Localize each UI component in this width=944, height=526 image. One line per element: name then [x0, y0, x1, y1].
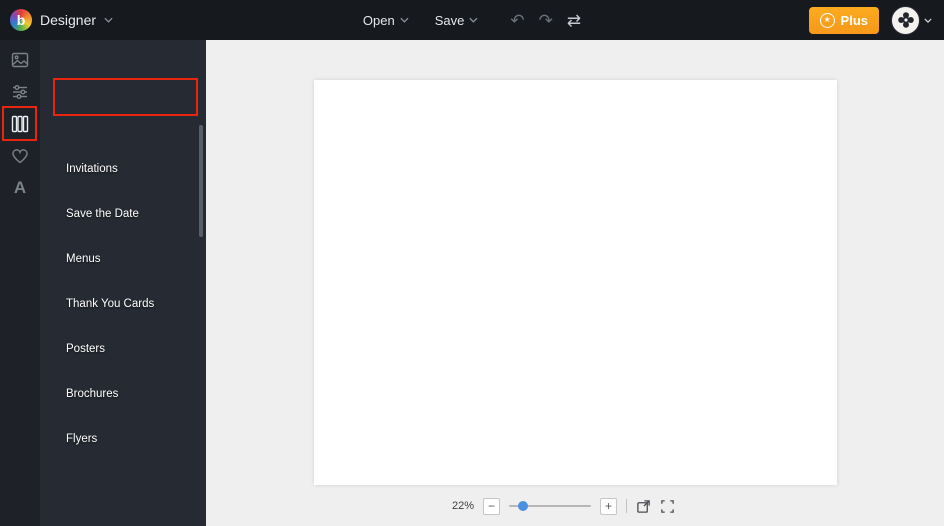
- text-tool-icon: A: [13, 178, 27, 197]
- top-center-menu: Open Save ↶ ↷ ⇄: [363, 0, 581, 40]
- zoom-slider-handle[interactable]: [518, 501, 529, 511]
- rail-item-templates[interactable]: [0, 108, 40, 140]
- tool-rail: A: [0, 40, 40, 526]
- fit-to-screen-button[interactable]: [636, 499, 651, 514]
- avatar: [891, 5, 920, 35]
- top-right-controls: ★ Plus: [808, 0, 944, 40]
- zoom-level: 22%: [452, 500, 475, 512]
- plus-upgrade-button[interactable]: ★ Plus: [808, 6, 879, 34]
- rail-item-favorites[interactable]: [0, 140, 40, 172]
- template-item-label: Posters: [66, 342, 105, 355]
- export-icon: [637, 499, 650, 513]
- zoom-out-button[interactable]: −: [483, 497, 501, 515]
- fullscreen-button[interactable]: [660, 499, 675, 514]
- template-item-label: Flyers: [66, 432, 98, 445]
- template-item-label: Thank You Cards: [66, 297, 155, 310]
- app-title: Designer: [40, 12, 97, 28]
- chevron-down-icon: [104, 17, 113, 23]
- star-badge-icon: ★: [819, 12, 835, 28]
- image-icon: [11, 52, 29, 68]
- chevron-down-icon: [469, 17, 478, 23]
- history-controls: ↶ ↷ ⇄: [510, 12, 581, 29]
- rail-item-adjust[interactable]: [0, 76, 40, 108]
- template-item-label: Menus: [66, 252, 101, 265]
- open-label: Open: [362, 12, 395, 28]
- template-item-label: Invitations: [66, 162, 118, 175]
- zoom-slider[interactable]: [509, 499, 592, 513]
- open-menu[interactable]: Open: [363, 13, 409, 28]
- chevron-down-icon: [400, 17, 409, 23]
- templates-columns-icon: [11, 115, 29, 133]
- zoom-toolbar: 22% − +: [452, 494, 675, 518]
- save-menu[interactable]: Save: [435, 13, 479, 28]
- divider: [626, 499, 628, 513]
- undo-icon[interactable]: ↶: [510, 12, 524, 29]
- refresh-icon[interactable]: ⇄: [567, 12, 581, 29]
- befunky-logo-icon: b: [10, 9, 32, 31]
- rail-item-image[interactable]: [0, 44, 40, 76]
- account-menu[interactable]: [891, 5, 932, 35]
- designer-app: b Designer Open Save ↶ ↷ ⇄ ★ Plus A Invi…: [0, 0, 944, 526]
- plus-label: Plus: [840, 12, 868, 28]
- avatar-flower-icon: [897, 12, 914, 28]
- chevron-down-icon: [924, 17, 932, 23]
- panel-scrollbar[interactable]: [199, 125, 203, 237]
- star-glyph: ★: [823, 15, 831, 24]
- logo-letter: b: [16, 12, 26, 28]
- design-canvas[interactable]: [314, 80, 837, 485]
- heart-icon: [12, 149, 28, 164]
- redo-icon[interactable]: ↷: [539, 12, 553, 29]
- sliders-icon: [13, 85, 27, 99]
- fullscreen-icon: [661, 499, 674, 513]
- rail-item-text[interactable]: A: [0, 172, 40, 204]
- app-menu[interactable]: b Designer: [0, 9, 113, 31]
- top-bar: b Designer Open Save ↶ ↷ ⇄ ★ Plus: [0, 0, 944, 40]
- zoom-in-button[interactable]: +: [600, 497, 618, 515]
- template-item-label: Save the Date: [66, 207, 139, 220]
- template-item-label: Brochures: [66, 387, 119, 400]
- save-label: Save: [434, 12, 465, 28]
